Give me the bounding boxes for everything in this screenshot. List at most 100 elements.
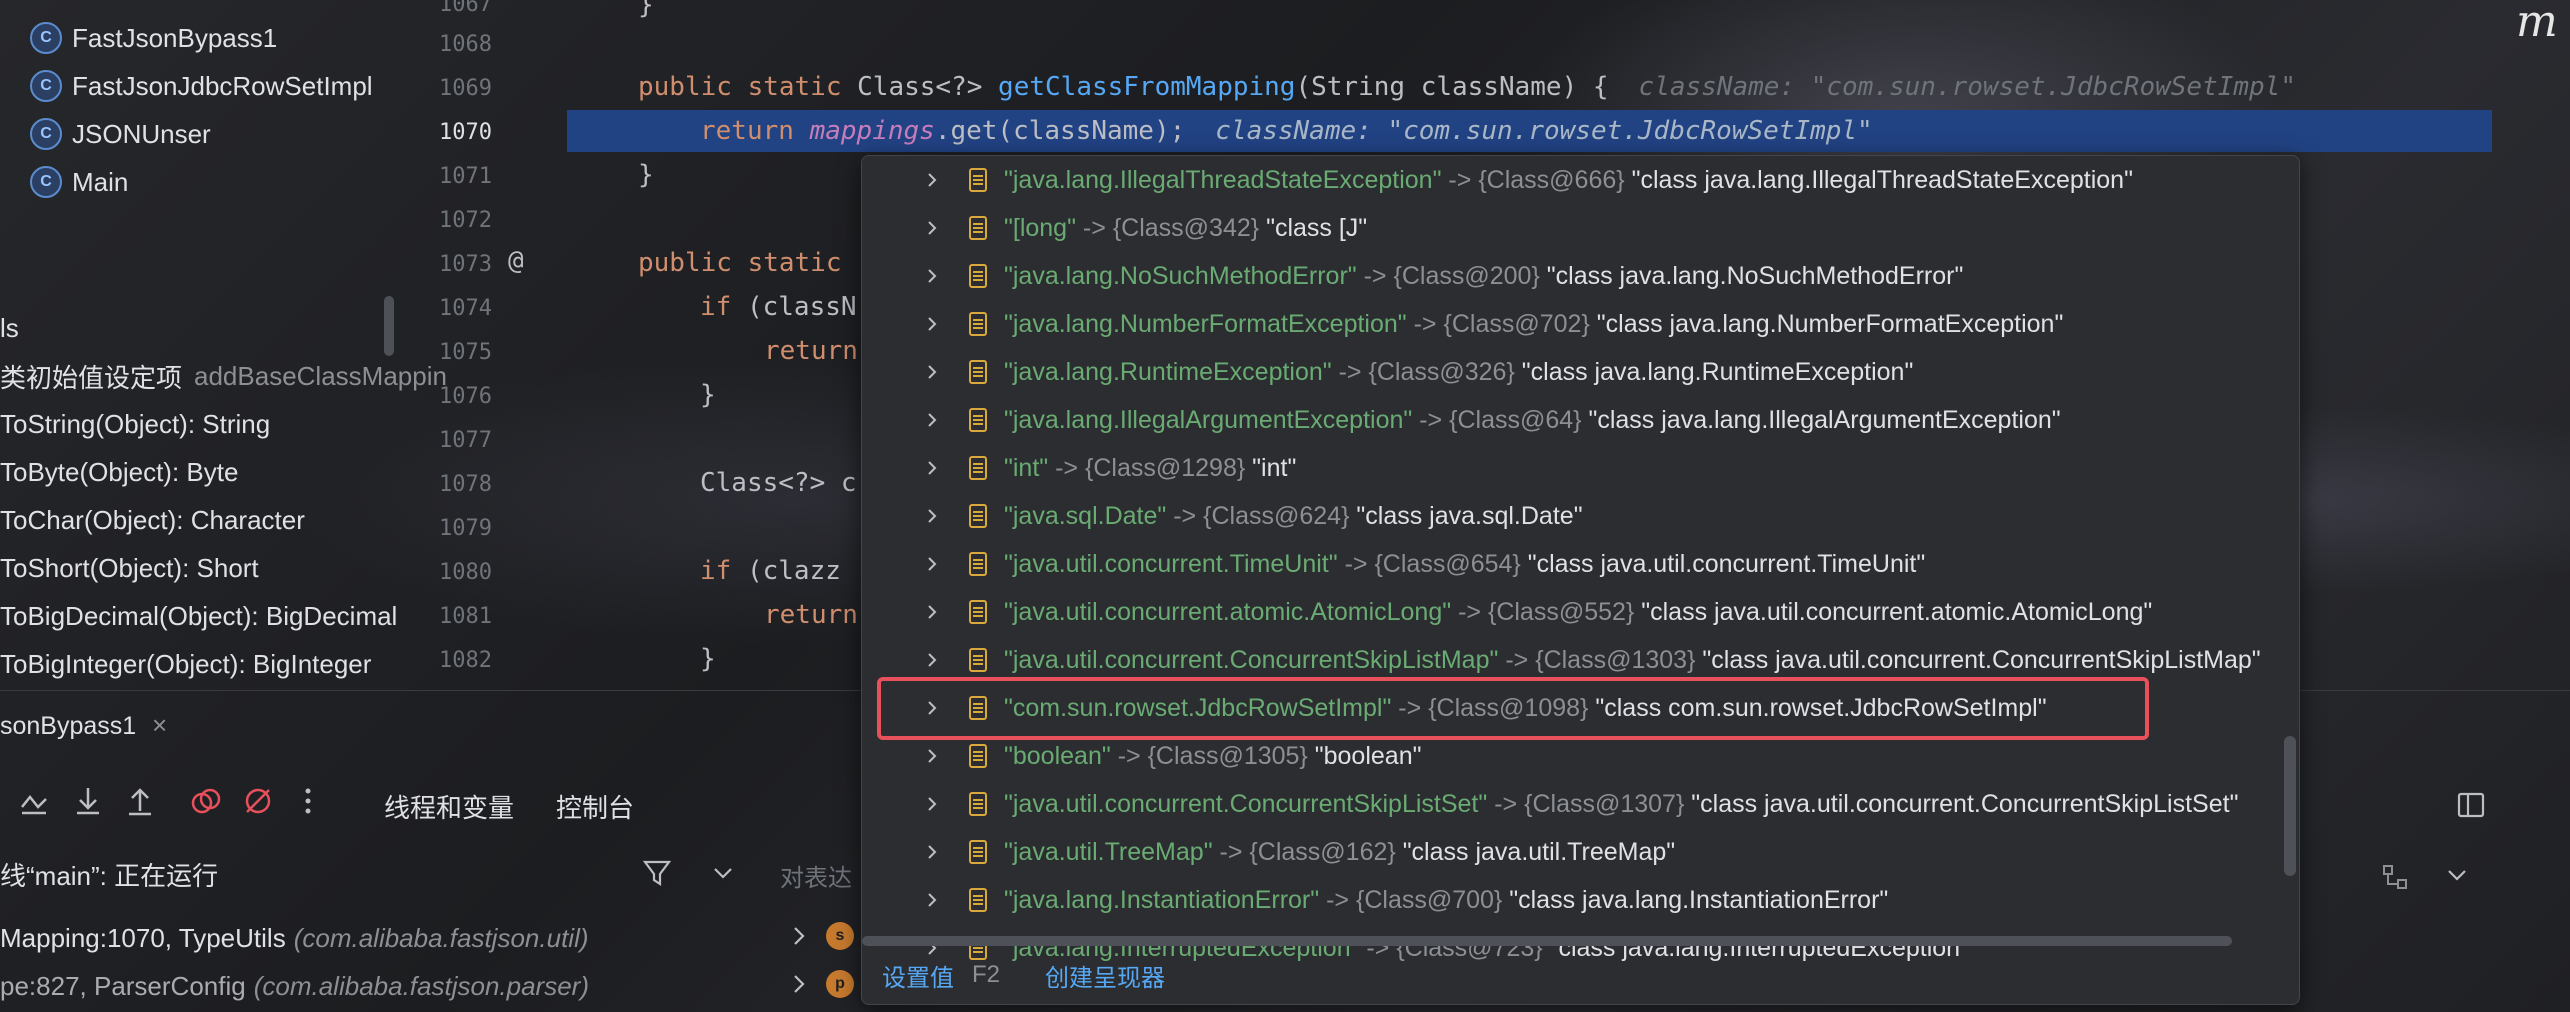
structure-item[interactable]: ToString(Object): String	[0, 400, 270, 448]
chevron-right-icon[interactable]	[924, 604, 940, 620]
line-number: 1079	[439, 516, 492, 541]
set-value-link[interactable]: 设置值	[882, 958, 954, 993]
popup-vertical-scrollbar[interactable]	[2284, 736, 2296, 876]
field-entry-icon	[969, 552, 987, 576]
entry-ref: {Class@326}	[1368, 357, 1515, 386]
thread-status[interactable]: 线“main”: 正在运行	[0, 856, 218, 893]
field-entry-icon	[969, 408, 987, 432]
entry-arrow: ->	[1448, 165, 1472, 194]
structure-item[interactable]: 类初始值设定项 addBaseClassMappin	[0, 352, 447, 400]
structure-item[interactable]: ToBigInteger(Object): BigInteger	[0, 640, 371, 688]
line-number: 1078	[439, 472, 492, 497]
map-entry-row[interactable]: "java.util.TreeMap" -> {Class@162} "clas…	[862, 828, 2299, 876]
tab-console[interactable]: 控制台	[556, 788, 634, 825]
chevron-right-icon[interactable]	[924, 508, 940, 524]
close-icon[interactable]: ×	[152, 710, 167, 741]
map-entry-row[interactable]: "java.sql.Date" -> {Class@624} "class ja…	[862, 492, 2299, 540]
view-breakpoints-icon[interactable]	[190, 785, 222, 817]
step-over-icon[interactable]	[18, 785, 50, 817]
map-entry-row[interactable]: "java.util.concurrent.atomic.AtomicLong"…	[862, 588, 2299, 636]
map-entry-row[interactable]: "java.lang.NoSuchMethodError" -> {Class@…	[862, 252, 2299, 300]
create-renderer-link[interactable]: 创建呈现器	[1045, 958, 1165, 993]
chevron-right-icon[interactable]	[924, 412, 940, 428]
structure-scrollbar[interactable]	[384, 296, 394, 356]
filter-icon[interactable]	[642, 858, 672, 888]
map-entries-popup[interactable]: "java.lang.IllegalThreadStateException" …	[861, 155, 2300, 1005]
watermark-glyph: m	[2516, 0, 2558, 47]
field-entry-icon	[969, 168, 987, 192]
entry-value: "class java.lang.NumberFormatException"	[1596, 309, 2064, 338]
tree-item-fastjsonbypass1[interactable]: C FastJsonBypass1	[30, 14, 277, 62]
entry-value: "boolean"	[1314, 741, 1422, 770]
map-entry-row[interactable]: "java.util.concurrent.ConcurrentSkipList…	[862, 780, 2299, 828]
code-text: Class<?> c	[700, 468, 857, 498]
line-number-current: 1070	[439, 120, 492, 145]
class-icon: C	[30, 166, 62, 198]
entry-key: "java.lang.NoSuchMethodError"	[1004, 261, 1357, 290]
entry-ref: {Class@700}	[1355, 885, 1503, 914]
method-name: getClassFromMapping	[998, 72, 1296, 102]
entry-value: "int"	[1252, 453, 1297, 482]
chevron-right-icon[interactable]	[924, 268, 940, 284]
structure-item[interactable]: ToShort(Object): Short	[0, 544, 259, 592]
entry-value: "class java.lang.RuntimeException"	[1521, 357, 1914, 386]
code-text: (classN	[746, 292, 857, 322]
tab-threads-variables[interactable]: 线程和变量	[384, 788, 514, 825]
map-entry-row[interactable]: "java.lang.IllegalThreadStateException" …	[862, 156, 2299, 204]
tree-item-main[interactable]: C Main	[30, 158, 128, 206]
chevron-right-icon[interactable]	[790, 924, 808, 948]
popup-horizontal-scrollbar[interactable]	[862, 936, 2232, 946]
map-entry-row[interactable]: "java.lang.InstantiationError" -> {Class…	[862, 876, 2299, 924]
chevron-right-icon[interactable]	[924, 796, 940, 812]
structure-item[interactable]: ls	[0, 304, 19, 352]
stack-frame-row[interactable]: pe:827, ParserConfig (com.alibaba.fastjso…	[0, 962, 589, 1010]
chevron-right-icon[interactable]	[924, 172, 940, 188]
evaluate-expression-input[interactable]: 对表达	[780, 858, 852, 893]
chevron-right-icon[interactable]	[924, 316, 940, 332]
field-entry-icon	[969, 840, 987, 864]
chevron-right-icon[interactable]	[790, 972, 808, 996]
step-into-icon[interactable]	[72, 785, 104, 817]
entry-value: "class java.lang.InstantiationError"	[1509, 885, 1889, 914]
popup-footer: 设置值 F2 创建呈现器	[862, 946, 2299, 1004]
structure-item[interactable]: ToByte(Object): Byte	[0, 448, 238, 496]
chevron-right-icon[interactable]	[924, 556, 940, 572]
tree-item-fastjsonjdbcrowsetimpl[interactable]: C FastJsonJdbcRowSetImpl	[30, 62, 373, 110]
entry-key: "java.sql.Date"	[1004, 501, 1167, 530]
more-options-icon[interactable]	[292, 785, 324, 817]
code-keyword: if	[700, 556, 747, 586]
entry-value: "class java.util.concurrent.ConcurrentSk…	[1702, 645, 2261, 674]
structure-item-label: ToBigInteger(Object): BigInteger	[0, 648, 372, 679]
step-out-icon[interactable]	[124, 785, 156, 817]
map-entry-row[interactable]: "java.lang.NumberFormatException" -> {Cl…	[862, 300, 2299, 348]
chevron-right-icon[interactable]	[924, 364, 940, 380]
mute-breakpoints-icon[interactable]	[242, 785, 274, 817]
chevron-down-icon[interactable]	[712, 864, 734, 882]
stack-frame-row[interactable]: Mapping:1070, TypeUtils (com.alibaba.fast…	[0, 914, 589, 962]
entry-key: "java.util.concurrent.ConcurrentSkipList…	[1004, 789, 1488, 818]
map-entry-row[interactable]: "[long" -> {Class@342} "class [J"	[862, 204, 2299, 252]
chevron-right-icon[interactable]	[924, 892, 940, 908]
map-entry-row[interactable]: "int" -> {Class@1298} "int"	[862, 444, 2299, 492]
chevron-right-icon[interactable]	[924, 652, 940, 668]
chevron-right-icon[interactable]	[924, 748, 940, 764]
map-entry-row[interactable]: "java.util.concurrent.TimeUnit" -> {Clas…	[862, 540, 2299, 588]
map-entry-row[interactable]: "java.lang.IllegalArgumentException" -> …	[862, 396, 2299, 444]
settings-tree-icon[interactable]	[2380, 862, 2410, 892]
structure-item[interactable]: ToChar(Object): Character	[0, 496, 305, 544]
entry-ref: {Class@624}	[1203, 501, 1350, 530]
chevron-right-icon[interactable]	[924, 844, 940, 860]
override-marker-icon[interactable]: @	[508, 246, 524, 276]
chevron-down-icon[interactable]	[2446, 866, 2468, 884]
debug-session-tab[interactable]: sonBypass1	[0, 712, 136, 741]
entry-ref: {Class@654}	[1374, 549, 1521, 578]
tree-item-jsonunser[interactable]: C JSONUnser	[30, 110, 211, 158]
map-entry-row[interactable]: "java.lang.RuntimeException" -> {Class@3…	[862, 348, 2299, 396]
entry-arrow: ->	[1326, 885, 1350, 914]
structure-item[interactable]: ToBigDecimal(Object): BigDecimal	[0, 592, 397, 640]
layout-toggle-icon[interactable]	[2456, 790, 2486, 820]
chevron-right-icon[interactable]	[924, 220, 940, 236]
chevron-right-icon[interactable]	[924, 460, 940, 476]
entry-key: "java.util.concurrent.TimeUnit"	[1004, 549, 1338, 578]
entry-arrow: ->	[1082, 213, 1106, 242]
